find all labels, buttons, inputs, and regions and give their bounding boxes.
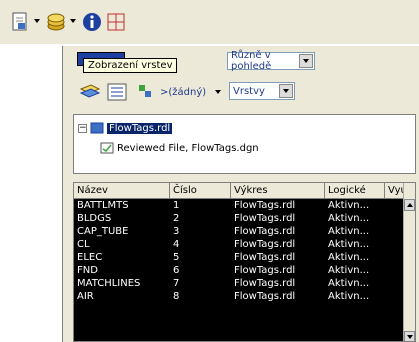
table-cell: 2 <box>173 213 180 224</box>
table-cell: Aktivn... <box>328 252 370 263</box>
panel-toolbar-top: Zobrazení vrstev Různě v pohledě <box>63 46 419 74</box>
fit-view-icon <box>107 13 125 31</box>
table-cell: BLDGS <box>77 213 112 224</box>
table-cell: MATCHLINES <box>77 278 141 289</box>
reviewed-file-icon <box>100 142 114 154</box>
table-cell: 7 <box>173 278 180 289</box>
table-row[interactable]: MATCHLINES 7 FlowTags.rdl Aktivn... <box>74 277 406 290</box>
table-cell: 8 <box>173 291 180 302</box>
level-dropdown-arrow[interactable] <box>215 90 221 94</box>
table-cell: FlowTags.rdl <box>234 252 296 263</box>
table-cell: FlowTags.rdl <box>234 278 296 289</box>
layer-set-icon <box>79 84 101 98</box>
filter-icon <box>139 85 151 97</box>
table-cell: 5 <box>173 252 180 263</box>
table-cell: Aktivn... <box>328 278 370 289</box>
table-header: Název Číslo Výkres Logické Využito <box>74 183 415 199</box>
level-combo[interactable]: >(žádný) <box>157 83 213 101</box>
table-cell: FlowTags.rdl <box>234 200 296 211</box>
tree-root-label: FlowTags.rdl <box>107 122 173 134</box>
scroll-down-icon[interactable] <box>404 331 415 341</box>
layers-tooltip: Zobrazení vrstev <box>83 58 178 73</box>
document-button[interactable] <box>8 10 32 34</box>
list-icon <box>107 83 127 101</box>
layers-dropdown-arrow[interactable] <box>70 19 76 23</box>
column-header-number[interactable]: Číslo <box>170 183 231 199</box>
chevron-down-icon[interactable] <box>279 84 293 98</box>
table-cell: 6 <box>173 265 180 276</box>
fit-view-button[interactable] <box>104 10 128 34</box>
layer-manager-panel: Zobrazení vrstev Různě v pohledě >(žádný… <box>62 46 419 342</box>
tree-root-row[interactable]: − FlowTags.rdl <box>78 120 173 136</box>
column-header-logical[interactable]: Logické <box>325 183 385 199</box>
table-row[interactable]: CL 4 FlowTags.rdl Aktivn... <box>74 238 406 251</box>
table-cell: Aktivn... <box>328 213 370 224</box>
views-combo-value: Vrstvy <box>233 85 265 97</box>
tree-child-row[interactable]: Reviewed File, FlowTags.dgn <box>100 140 259 156</box>
level-combo-value: >(žádný) <box>160 86 207 98</box>
table-cell: 3 <box>173 226 180 237</box>
list-view-button[interactable] <box>107 83 127 104</box>
layers-button[interactable] <box>44 10 68 34</box>
info-icon <box>83 13 101 31</box>
document-icon <box>12 12 27 31</box>
vertical-scrollbar[interactable] <box>403 183 415 341</box>
table-cell: Aktivn... <box>328 239 370 250</box>
table-cell: FlowTags.rdl <box>234 213 296 224</box>
collapse-icon[interactable]: − <box>78 123 87 133</box>
table-row[interactable]: BLDGS 2 FlowTags.rdl Aktivn... <box>74 212 406 225</box>
tree-child-label: Reviewed File, FlowTags.dgn <box>117 142 259 154</box>
view-mode-combo[interactable]: Různě v pohledě <box>227 50 315 72</box>
column-header-drawing[interactable]: Výkres <box>231 183 325 199</box>
set-active-button[interactable] <box>79 83 101 104</box>
table-cell: Aktivn... <box>328 265 370 276</box>
document-dropdown-arrow[interactable] <box>34 19 40 23</box>
chevron-down-icon[interactable] <box>299 54 313 68</box>
table-row[interactable]: FND 6 FlowTags.rdl Aktivn... <box>74 264 406 277</box>
table-row[interactable]: AIR 8 FlowTags.rdl Aktivn... <box>74 290 406 303</box>
table-cell: FlowTags.rdl <box>234 239 296 250</box>
panel-toolbar-bottom: >(žádný) Vrstvy <box>63 78 419 106</box>
table-cell: BATTLMTS <box>77 200 129 211</box>
table-cell: CL <box>77 239 90 250</box>
table-row[interactable]: ELEC 5 FlowTags.rdl Aktivn... <box>74 251 406 264</box>
table-cell: Aktivn... <box>328 200 370 211</box>
table-cell: AIR <box>77 291 94 302</box>
table-body: BATTLMTS 1 FlowTags.rdl Aktivn... BLDGS 2 Flow… <box>74 199 406 303</box>
file-tree: − FlowTags.rdl Reviewed File, FlowTags.d… <box>73 114 416 174</box>
table-cell: FlowTags.rdl <box>234 265 296 276</box>
main-toolbar <box>0 0 419 44</box>
table-row[interactable]: CAP_TUBE 3 FlowTags.rdl Aktivn... <box>74 225 406 238</box>
table-cell: 4 <box>173 239 180 250</box>
table-cell: FlowTags.rdl <box>234 291 296 302</box>
scroll-up-icon[interactable] <box>404 199 415 211</box>
table-cell: ELEC <box>77 252 103 263</box>
layers-table: Název Číslo Výkres Logické Využito BATTL… <box>73 182 416 342</box>
file-icon <box>90 122 104 134</box>
table-cell: FND <box>77 265 98 276</box>
table-row[interactable]: BATTLMTS 1 FlowTags.rdl Aktivn... <box>74 199 406 212</box>
table-cell: Aktivn... <box>328 291 370 302</box>
table-cell: FlowTags.rdl <box>234 226 296 237</box>
filter-button[interactable] <box>137 83 155 101</box>
table-cell: Aktivn... <box>328 226 370 237</box>
table-cell: 1 <box>173 200 180 211</box>
info-button[interactable] <box>80 10 104 34</box>
layers-icon <box>47 13 65 31</box>
views-combo[interactable]: Vrstvy <box>229 82 295 100</box>
table-cell: CAP_TUBE <box>77 226 129 237</box>
column-header-name[interactable]: Název <box>74 183 170 199</box>
